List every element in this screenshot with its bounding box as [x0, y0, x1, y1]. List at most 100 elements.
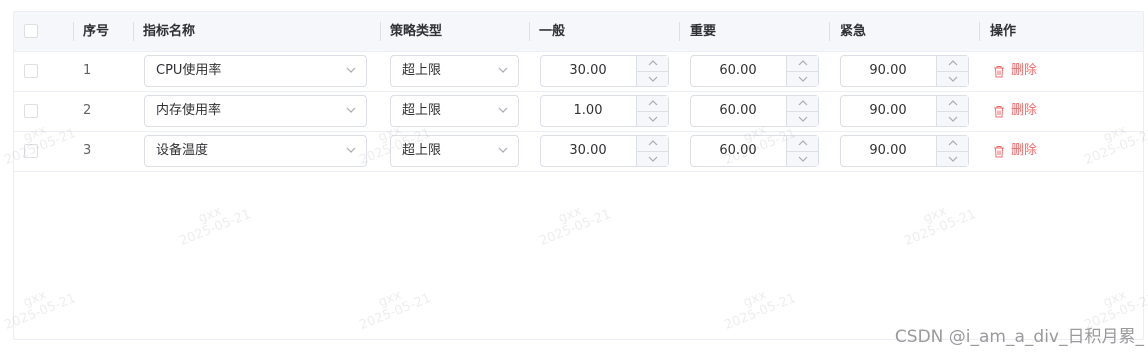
column-divider	[829, 22, 830, 41]
column-divider	[679, 22, 680, 41]
normal-threshold-input[interactable]: 1.00	[540, 95, 669, 127]
stepper-controls	[786, 136, 818, 166]
metrics-table: 序号 指标名称 策略类型 一般 重要 紧急 操作 1 CPU使用率 超上限 30…	[13, 11, 1144, 340]
strategy-select-value: 超上限	[402, 103, 442, 118]
strategy-select-value: 超上限	[402, 143, 442, 158]
stepper-controls	[636, 96, 668, 126]
decrease-button[interactable]	[787, 111, 818, 126]
increase-button[interactable]	[787, 136, 818, 152]
important-threshold-input[interactable]: 60.00	[690, 55, 819, 87]
important-threshold-input[interactable]: 60.00	[690, 135, 819, 167]
strategy-select[interactable]: 超上限	[390, 95, 519, 127]
chevron-down-icon	[798, 156, 808, 162]
increase-button[interactable]	[937, 136, 968, 152]
stepper-controls	[786, 96, 818, 126]
header-urgent: 紧急	[840, 24, 867, 39]
header-action: 操作	[990, 24, 1017, 39]
table-row: 1 CPU使用率 超上限 30.00 60.00 90.00 删除	[14, 51, 1143, 92]
normal-threshold-input[interactable]: 30.00	[540, 55, 669, 87]
metric-select[interactable]: 内存使用率	[144, 95, 367, 127]
row-checkbox[interactable]	[24, 64, 38, 78]
delete-label: 删除	[1011, 103, 1038, 118]
chevron-down-icon	[948, 116, 958, 122]
normal-threshold-value: 30.00	[569, 63, 607, 78]
important-threshold-value: 60.00	[719, 103, 757, 118]
chevron-down-icon	[346, 67, 356, 73]
chevron-down-icon	[346, 107, 356, 113]
stepper-controls	[636, 56, 668, 86]
chevron-up-icon	[798, 60, 808, 66]
row-checkbox[interactable]	[24, 144, 38, 158]
chevron-down-icon	[798, 116, 808, 122]
stepper-controls	[786, 56, 818, 86]
delete-button[interactable]: 删除	[993, 91, 1037, 131]
column-divider	[529, 22, 530, 41]
chevron-down-icon	[498, 107, 508, 113]
chevron-down-icon	[346, 147, 356, 153]
decrease-button[interactable]	[637, 151, 668, 166]
chevron-up-icon	[798, 140, 808, 146]
table-row: 2 内存使用率 超上限 1.00 60.00 90.00 删除	[14, 91, 1143, 132]
row-index: 1	[83, 63, 92, 78]
strategy-select[interactable]: 超上限	[390, 135, 519, 167]
chevron-up-icon	[948, 60, 958, 66]
chevron-up-icon	[948, 140, 958, 146]
decrease-button[interactable]	[637, 71, 668, 86]
header-index: 序号	[83, 24, 110, 39]
important-threshold-input[interactable]: 60.00	[690, 95, 819, 127]
increase-button[interactable]	[637, 136, 668, 152]
header-metric-name: 指标名称	[143, 24, 196, 39]
increase-button[interactable]	[937, 96, 968, 112]
stepper-controls	[936, 56, 968, 86]
trash-icon	[994, 66, 1004, 78]
delete-label: 删除	[1011, 63, 1038, 78]
increase-button[interactable]	[637, 56, 668, 72]
chevron-down-icon	[948, 76, 958, 82]
normal-threshold-value: 30.00	[569, 143, 607, 158]
delete-button[interactable]: 删除	[993, 51, 1037, 91]
chevron-down-icon	[498, 147, 508, 153]
increase-button[interactable]	[787, 56, 818, 72]
table-header: 序号 指标名称 策略类型 一般 重要 紧急 操作	[14, 12, 1143, 52]
urgent-threshold-input[interactable]: 90.00	[840, 95, 969, 127]
decrease-button[interactable]	[937, 151, 968, 166]
column-divider	[979, 22, 980, 41]
decrease-button[interactable]	[787, 71, 818, 86]
strategy-select-value: 超上限	[402, 63, 442, 78]
important-threshold-value: 60.00	[719, 143, 757, 158]
column-divider	[380, 22, 381, 41]
trash-icon	[994, 146, 1004, 158]
chevron-down-icon	[648, 76, 658, 82]
increase-button[interactable]	[637, 96, 668, 112]
decrease-button[interactable]	[787, 151, 818, 166]
strategy-select[interactable]: 超上限	[390, 55, 519, 87]
table-row: 3 设备温度 超上限 30.00 60.00 90.00 删除	[14, 131, 1143, 172]
increase-button[interactable]	[937, 56, 968, 72]
header-normal: 一般	[539, 24, 566, 39]
decrease-button[interactable]	[937, 71, 968, 86]
select-all-checkbox[interactable]	[24, 24, 38, 38]
delete-button[interactable]: 删除	[993, 131, 1037, 171]
normal-threshold-value: 1.00	[573, 103, 603, 118]
chevron-up-icon	[648, 60, 658, 66]
chevron-up-icon	[798, 100, 808, 106]
header-strategy-type: 策略类型	[390, 24, 443, 39]
row-checkbox[interactable]	[24, 104, 38, 118]
urgent-threshold-value: 90.00	[869, 143, 907, 158]
stepper-controls	[636, 136, 668, 166]
metric-select[interactable]: CPU使用率	[144, 55, 367, 87]
metric-select[interactable]: 设备温度	[144, 135, 367, 167]
important-threshold-value: 60.00	[719, 63, 757, 78]
stepper-controls	[936, 136, 968, 166]
chevron-down-icon	[948, 156, 958, 162]
urgent-threshold-input[interactable]: 90.00	[840, 55, 969, 87]
decrease-button[interactable]	[937, 111, 968, 126]
header-important: 重要	[690, 24, 717, 39]
chevron-up-icon	[648, 100, 658, 106]
chevron-up-icon	[948, 100, 958, 106]
increase-button[interactable]	[787, 96, 818, 112]
decrease-button[interactable]	[637, 111, 668, 126]
column-divider	[73, 22, 74, 41]
normal-threshold-input[interactable]: 30.00	[540, 135, 669, 167]
urgent-threshold-input[interactable]: 90.00	[840, 135, 969, 167]
